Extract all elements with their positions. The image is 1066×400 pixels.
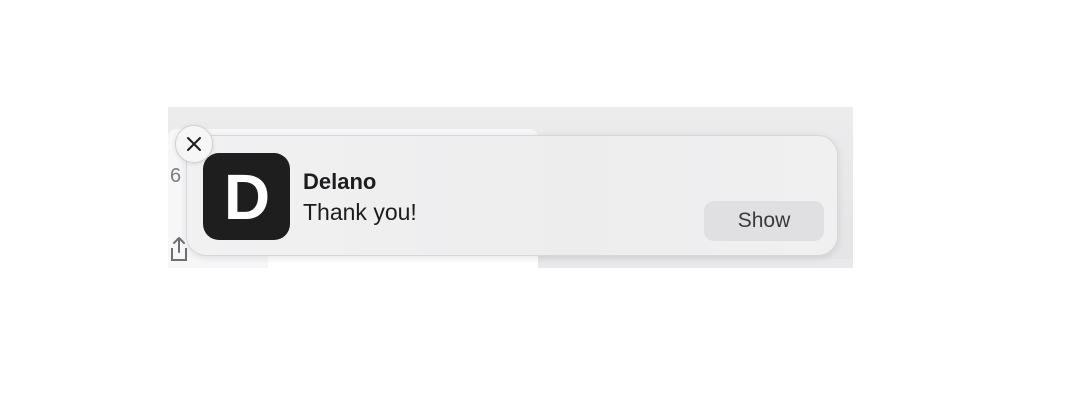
delano-logo-icon: D	[223, 167, 269, 227]
close-notification-button[interactable]	[175, 125, 213, 163]
notification-app-name: Delano	[303, 169, 377, 194]
svg-text:D: D	[223, 167, 269, 227]
notification-message: Thank you!	[303, 199, 417, 225]
background-panel	[538, 259, 853, 268]
background-partial-text: 6	[170, 165, 182, 187]
close-icon	[187, 137, 201, 151]
notification-banner[interactable]: D Delano Thank you! Show	[186, 135, 838, 256]
screen: 6 D Delano Thank you! Show	[0, 0, 1066, 400]
app-icon: D	[203, 153, 290, 240]
show-button[interactable]: Show	[704, 201, 824, 241]
